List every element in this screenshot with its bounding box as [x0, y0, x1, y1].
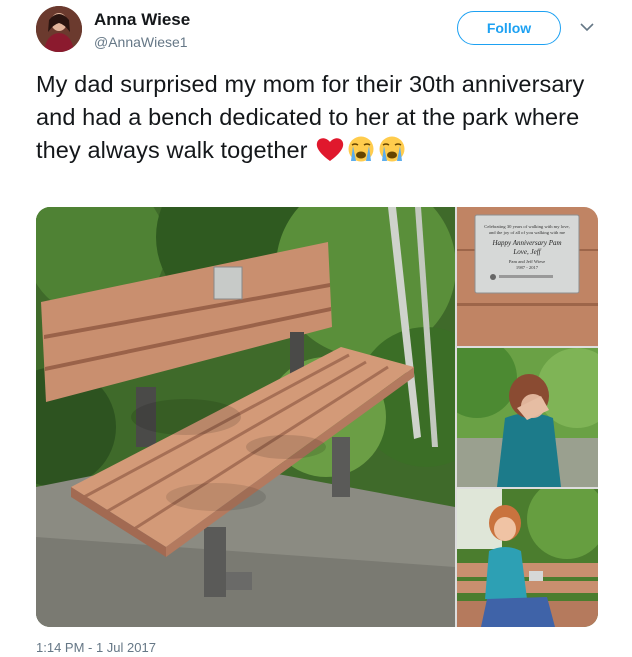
plaque-line-4: Love, Jeff	[512, 248, 541, 256]
plaque-line-5: Pam and Jeff Wiese	[509, 259, 545, 264]
display-name[interactable]: Anna Wiese	[94, 10, 190, 30]
mom-crying-photo[interactable]	[457, 348, 598, 487]
tweet-body: My dad surprised my mom for their 30th a…	[36, 71, 585, 163]
mom-on-bench-photo[interactable]	[457, 489, 598, 627]
avatar[interactable]	[36, 6, 82, 52]
bench-photo[interactable]	[36, 207, 455, 627]
loudly-crying-face-icon	[377, 135, 407, 163]
red-heart-icon	[315, 135, 345, 163]
user-handle[interactable]: @AnnaWiese1	[94, 34, 188, 50]
loudly-crying-face-icon	[346, 135, 376, 163]
plaque-photo[interactable]: Celebrating 30 years of walking with my …	[457, 207, 598, 346]
plaque-line-6: 1987 - 2017	[516, 265, 539, 270]
chevron-down-icon[interactable]	[578, 20, 596, 34]
follow-button[interactable]: Follow	[457, 11, 561, 45]
tweet-text: My dad surprised my mom for their 30th a…	[36, 68, 606, 167]
tweet-timestamp[interactable]: 1:14 PM - 1 Jul 2017	[36, 640, 156, 655]
media-grid[interactable]: Celebrating 30 years of walking with my …	[36, 207, 598, 627]
plaque-line-3: Happy Anniversary Pam	[491, 239, 561, 247]
plaque-line-2: and the joy of all of you walking with m…	[489, 230, 565, 235]
